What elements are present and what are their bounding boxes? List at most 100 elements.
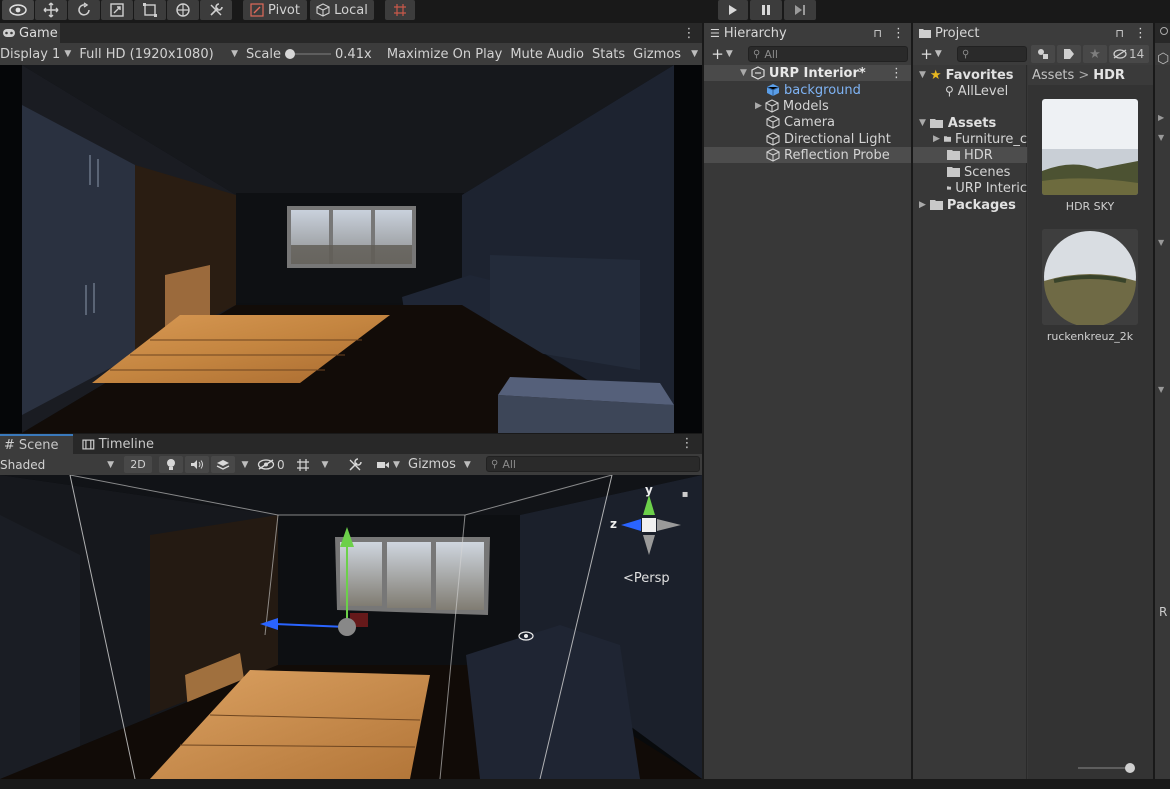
folder-row-scenes[interactable]: Scenes [947, 164, 1027, 180]
scene-search-placeholder: All [502, 457, 516, 471]
shading-mode-dropdown[interactable]: Shaded ▼ [0, 454, 118, 475]
breadcrumb-assets[interactable]: Assets [1032, 68, 1074, 83]
game-menu-kebab-icon[interactable]: ⋮ [683, 26, 696, 41]
project-search-input[interactable]: ⚲ [957, 46, 1027, 62]
lighting-toggle[interactable] [159, 456, 183, 473]
folder-label: Furniture_c [954, 131, 1027, 147]
hierarchy-item-models[interactable]: ▶ Models [704, 98, 911, 114]
folder-row-furniture[interactable]: ▶ Furniture_c [933, 131, 1027, 147]
expand-arrow-icon[interactable]: ▼ [740, 68, 747, 78]
hierarchy-item-directional-light[interactable]: Directional Light [704, 131, 911, 147]
folder-label: HDR [964, 147, 993, 163]
hierarchy-item-reflection-probe[interactable]: Reflection Probe [704, 147, 911, 163]
custom-tool-button[interactable] [200, 0, 232, 20]
expand-arrow-icon[interactable]: ▼ [1158, 133, 1164, 142]
scale-tool-button[interactable] [101, 0, 133, 20]
orientation-gizmo[interactable]: y z <Persp [605, 483, 685, 586]
transform-tool-button[interactable] [167, 0, 199, 20]
scene-gizmos-dropdown[interactable]: Gizmos ▼ [405, 456, 477, 473]
game-viewport[interactable] [0, 65, 702, 433]
tab-project[interactable]: Project ⊓ ⋮ [913, 23, 1153, 43]
scale-slider-thumb[interactable] [285, 49, 296, 59]
assets-row[interactable]: ▼ Assets [919, 115, 1027, 131]
tab-hierarchy[interactable]: ☰ Hierarchy ⊓ ⋮ [704, 23, 911, 43]
local-toggle[interactable]: Local [310, 0, 374, 20]
folder-row-urp-interior[interactable]: URP Interic [947, 180, 1027, 196]
grid-dropdown-caret-icon[interactable]: ▼ [318, 456, 332, 473]
scene-menu-kebab-icon[interactable]: ⋮ [681, 436, 694, 451]
effects-toggle[interactable] [211, 456, 235, 473]
rotate-tool-button[interactable] [68, 0, 100, 20]
camera-settings-dropdown[interactable]: ▼ [372, 456, 404, 473]
favorites-filter-button[interactable]: ★ [1083, 45, 1107, 63]
resolution-dropdown[interactable]: Full HD (1920x1080) ▼ [75, 43, 242, 65]
hierarchy-item-background[interactable]: background [704, 82, 911, 98]
favorites-row[interactable]: ▼ ★ Favorites [919, 67, 1027, 83]
tab-timeline[interactable]: Timeline [78, 434, 158, 454]
gizmos-dropdown[interactable]: Gizmos ▼ [629, 43, 702, 65]
thumbnail-size-thumb[interactable] [1125, 763, 1135, 773]
effects-dropdown-caret-icon[interactable]: ▼ [238, 456, 252, 473]
lock-icon[interactable]: ▪ [680, 488, 690, 500]
hierarchy-search-input[interactable]: ⚲ All [748, 46, 908, 62]
tab-scene[interactable]: # Scene [0, 434, 73, 454]
mute-audio-toggle[interactable]: Mute Audio [506, 43, 588, 65]
breadcrumb: Assets > HDR [1028, 65, 1153, 85]
scene-visibility-toggle[interactable]: 0 [257, 456, 289, 473]
scene-search-input[interactable]: ⚲ All [486, 456, 700, 472]
display-dropdown[interactable]: Display 1 ▼ [0, 43, 75, 65]
expand-arrow-icon[interactable]: ▶ [933, 134, 940, 144]
create-dropdown[interactable]: + ▼ [708, 45, 736, 63]
expand-arrow-icon[interactable]: ▼ [1158, 238, 1164, 247]
scene-viewport[interactable]: y z <Persp ▪ [0, 475, 702, 779]
expand-arrow-icon[interactable]: ▶ [1158, 113, 1164, 122]
expand-arrow-icon[interactable]: ▼ [1158, 385, 1164, 394]
lock-icon[interactable]: ⊓ [873, 27, 882, 40]
move-tool-button[interactable] [35, 0, 67, 20]
hierarchy-menu-kebab-icon[interactable]: ⋮ [892, 26, 905, 41]
scene-root-row[interactable]: ▼ URP Interior* ⋮ [704, 65, 911, 81]
hidden-packages-toggle[interactable]: 14 [1109, 45, 1149, 63]
tag-icon [1064, 49, 1074, 59]
favorite-item-alllevel[interactable]: ⚲ AllLevel [945, 83, 1027, 99]
rect-tool-icon [143, 3, 157, 17]
scale-slider[interactable]: Scale 0.41x [242, 43, 383, 65]
audio-toggle[interactable] [185, 456, 209, 473]
persp-label: Persp [633, 571, 670, 586]
expand-arrow-icon[interactable]: ▶ [919, 200, 926, 210]
pivot-toggle[interactable]: Pivot [243, 0, 307, 20]
step-button[interactable] [784, 0, 816, 20]
project-create-dropdown[interactable]: + ▼ [917, 45, 945, 63]
inspector-tab-icon[interactable] [1160, 27, 1168, 35]
filter-by-label-button[interactable] [1057, 45, 1081, 63]
view-tool-button[interactable] [2, 0, 34, 20]
project-menu-kebab-icon[interactable]: ⋮ [1134, 26, 1147, 41]
expand-arrow-icon[interactable]: ▶ [755, 101, 762, 111]
breadcrumb-hdr[interactable]: HDR [1093, 68, 1125, 83]
timeline-tab-label: Timeline [98, 436, 154, 452]
tab-game[interactable]: Game [0, 23, 60, 43]
asset-tile-hdr-sky[interactable] [1042, 99, 1138, 195]
packages-row[interactable]: ▶ Packages [919, 197, 1027, 213]
folder-row-hdr[interactable]: HDR [913, 147, 1027, 163]
lock-icon[interactable]: ⊓ [1115, 27, 1124, 40]
rect-tool-button[interactable] [134, 0, 166, 20]
maximize-on-play-toggle[interactable]: Maximize On Play [383, 43, 506, 65]
scene-menu-kebab-icon[interactable]: ⋮ [890, 66, 903, 81]
asset-tile-ruckenkreuz[interactable] [1042, 229, 1138, 325]
expand-arrow-icon[interactable]: ▼ [919, 118, 926, 128]
2d-toggle[interactable]: 2D [124, 456, 152, 473]
projection-toggle[interactable]: <Persp [623, 571, 670, 586]
thumbnail-size-slider[interactable] [1078, 783, 1148, 789]
expand-arrow-icon[interactable]: ▼ [919, 70, 926, 80]
grid-snap-button[interactable] [385, 0, 415, 20]
grid-toggle[interactable] [293, 456, 313, 473]
scale-slider-track[interactable] [285, 48, 332, 60]
grid-snap-icon [394, 4, 406, 16]
tools-toggle[interactable] [344, 456, 366, 473]
pause-button[interactable] [750, 0, 782, 20]
filter-by-type-button[interactable] [1031, 45, 1055, 63]
hierarchy-item-camera[interactable]: Camera [704, 114, 911, 130]
stats-toggle[interactable]: Stats [588, 43, 629, 65]
play-button[interactable] [718, 0, 748, 20]
